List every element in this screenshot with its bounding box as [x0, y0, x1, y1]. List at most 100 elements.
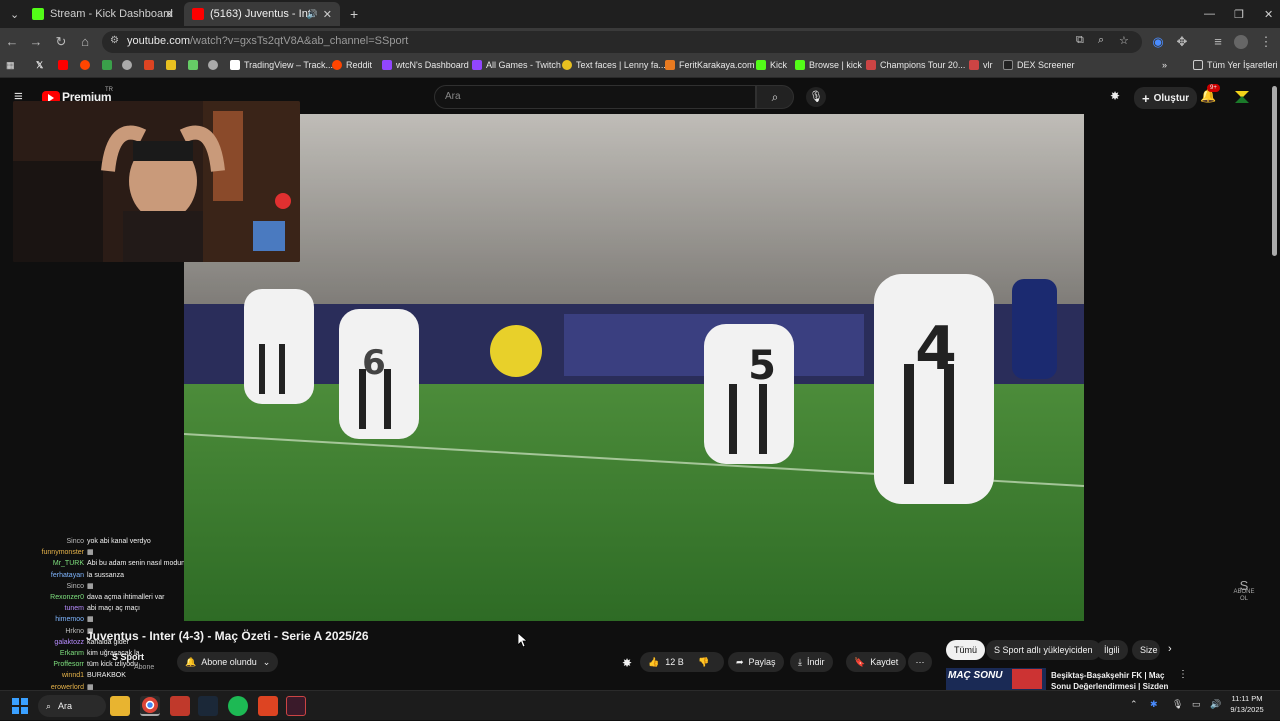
chat-text: Abi bu adam senin nasıl modun amk ya @wt… — [87, 560, 184, 568]
bookmark-dex-screener[interactable]: DEX Screener — [1003, 60, 1075, 70]
recommended-menu-icon[interactable]: ⋮ — [1178, 669, 1188, 680]
site-info-icon[interactable]: ⚙ — [110, 35, 119, 46]
bookmark-icon[interactable] — [144, 60, 158, 70]
chip-all[interactable]: Tümü — [946, 640, 986, 660]
close-window-button[interactable]: ✕ — [1256, 2, 1273, 26]
bookmark-label: Text faces | Lenny fa... — [576, 60, 666, 70]
page-scrollbar[interactable] — [1272, 86, 1277, 256]
dislike-thumb-icon[interactable]: 👎 — [698, 657, 709, 668]
address-bar[interactable]: ⚙ youtube.com/watch?v=gxsTs2qtV8A&ab_cha… — [102, 31, 1142, 53]
extension-icon[interactable]: ◉ — [1150, 34, 1166, 50]
download-button[interactable]: ⤓ İndir — [790, 652, 833, 672]
reload-icon[interactable]: ↻ — [53, 34, 69, 50]
search-input[interactable]: Ara — [434, 85, 756, 109]
close-tab-icon[interactable]: ✕ — [165, 8, 174, 21]
chrome-icon[interactable] — [140, 696, 160, 716]
tab-search-button[interactable]: ⌄ — [2, 2, 22, 26]
install-app-icon[interactable]: ⧉ — [1076, 34, 1084, 47]
chip-related[interactable]: İlgili — [1096, 640, 1128, 660]
bookmark-feritkarakaya[interactable]: FeritKarakaya.com — [665, 60, 755, 70]
bookmark-star-icon[interactable]: ☆ — [1119, 34, 1129, 47]
zoom-icon[interactable]: ⌕ — [1098, 34, 1104, 47]
microphone-icon[interactable]: 🎙 — [1172, 699, 1183, 710]
subscribe-watermark[interactable]: S ABONE OL — [1232, 579, 1256, 603]
forward-arrow-icon[interactable]: → — [28, 34, 44, 50]
bookmark-label: Champions Tour 20... — [880, 60, 966, 70]
subscribed-button[interactable]: 🔔 Abone olundu ⌄ — [177, 652, 279, 672]
more-actions-button[interactable]: ⋯ — [908, 652, 932, 672]
clock[interactable]: 11:11 PM 9/13/2025 — [1226, 693, 1268, 715]
bookmark-lenny-faces[interactable]: Text faces | Lenny fa... — [562, 60, 666, 70]
bookmark-kick[interactable]: Kick — [756, 60, 787, 70]
chat-username[interactable]: ferhatayan — [0, 570, 84, 581]
bookmark-icon[interactable] — [208, 60, 222, 70]
channel-name[interactable]: S Sport — [112, 652, 144, 662]
youtube-bookmark-icon[interactable] — [58, 60, 72, 70]
speaker-icon[interactable]: 🔊 — [307, 9, 318, 20]
back-arrow-icon[interactable]: ← — [4, 34, 20, 50]
x-bookmark-icon[interactable]: 𝕏 — [36, 60, 43, 71]
profile-avatar[interactable] — [1234, 35, 1248, 49]
account-avatar[interactable] — [1234, 89, 1250, 105]
video-player[interactable]: 4 5 6 — [184, 114, 1084, 621]
extension-gear-icon[interactable]: ✸ — [1110, 89, 1120, 103]
all-bookmarks-folder[interactable]: Tüm Yer İşaretleri — [1193, 60, 1278, 70]
chip-from-uploader[interactable]: S Sport adlı yükleyiciden — [986, 640, 1101, 660]
minimize-button[interactable]: — — [1196, 2, 1215, 26]
bookmark-icon[interactable] — [166, 60, 180, 70]
app-icon[interactable] — [170, 696, 190, 716]
bookmark-champions-tour[interactable]: Champions Tour 20... — [866, 60, 965, 70]
bookmark-wtcn-dashboard[interactable]: wtcN's Dashboard — [382, 60, 469, 70]
windows-start-icon[interactable] — [10, 696, 30, 716]
extensions-puzzle-icon[interactable]: ✥ — [1174, 34, 1190, 50]
like-thumb-icon[interactable]: 👍 — [648, 657, 659, 668]
bluetooth-icon[interactable]: ✱ — [1150, 699, 1158, 710]
extension-gear-icon[interactable]: ✸ — [622, 656, 632, 670]
chip-for-you[interactable]: Size — [1132, 640, 1160, 660]
close-tab-icon[interactable]: ✕ — [323, 8, 332, 21]
tab-kick-dashboard[interactable]: Stream - Kick Dashboard ✕ — [24, 2, 182, 26]
chat-username[interactable]: Sinco — [0, 581, 84, 592]
network-icon[interactable]: ▭ — [1192, 699, 1201, 710]
tray-overflow-chevron-icon[interactable]: ⌃ — [1130, 699, 1138, 710]
notification-badge: 9+ — [1207, 84, 1220, 92]
new-tab-button[interactable]: + — [342, 2, 362, 26]
bookmark-icon[interactable] — [188, 60, 202, 70]
obs-icon[interactable] — [286, 696, 306, 716]
bookmark-reddit[interactable]: Reddit — [332, 60, 372, 70]
steam-icon[interactable] — [198, 696, 218, 716]
bookmark-icon[interactable] — [102, 60, 116, 70]
recommended-title[interactable]: Beşiktaş-Başakşehir FK | Maç Sonu Değerl… — [1051, 670, 1173, 692]
search-button[interactable]: ⌕ — [756, 85, 794, 109]
home-icon[interactable]: ⌂ — [77, 34, 93, 50]
chips-next-chevron-icon[interactable]: › — [1168, 643, 1172, 655]
recommended-thumbnail[interactable]: MAÇ SONU — [946, 668, 1046, 690]
like-count[interactable]: 12 B — [665, 657, 684, 667]
chat-username[interactable]: tunem — [0, 603, 84, 614]
volume-icon[interactable]: 🔊 — [1210, 699, 1221, 710]
taskbar-search[interactable]: ⌕ Ara — [38, 695, 106, 717]
chat-username[interactable]: Mr_TURK — [0, 558, 84, 569]
chat-username[interactable]: funnymonster — [0, 547, 84, 558]
browser-menu-icon[interactable]: ⋮ — [1258, 34, 1274, 50]
apps-grid-icon[interactable]: ▦ — [6, 60, 15, 71]
save-button[interactable]: 🔖 Kaydet — [846, 652, 907, 672]
create-button[interactable]: + Oluştur — [1134, 87, 1198, 109]
tab-youtube-video[interactable]: (5163) Juventus - Inter (4-3 🔊 ✕ — [184, 2, 340, 26]
bookmark-icon[interactable] — [122, 60, 136, 70]
more-bookmarks-chevron-icon[interactable]: » — [1162, 60, 1167, 70]
bookmark-twitch-games[interactable]: All Games - Twitch — [472, 60, 561, 70]
bookmark-tradingview[interactable]: TradingView – Track... — [230, 60, 333, 70]
chat-username[interactable]: Sinco — [0, 536, 84, 547]
bookmark-vlr[interactable]: vlr — [969, 60, 993, 70]
file-explorer-icon[interactable] — [110, 696, 130, 716]
reddit-bookmark-icon[interactable] — [80, 60, 94, 70]
spotify-icon[interactable] — [228, 696, 248, 716]
restore-button[interactable]: ❐ — [1226, 2, 1244, 26]
chat-username[interactable]: Rexonzer0 — [0, 592, 84, 603]
media-control-icon[interactable]: ≡ — [1210, 34, 1226, 50]
share-button[interactable]: ➦ Paylaş — [728, 652, 784, 672]
app-icon[interactable] — [258, 696, 278, 716]
voice-search-mic-icon[interactable]: 🎙 — [806, 87, 826, 107]
bookmark-browse-kick[interactable]: Browse | kick — [795, 60, 862, 70]
